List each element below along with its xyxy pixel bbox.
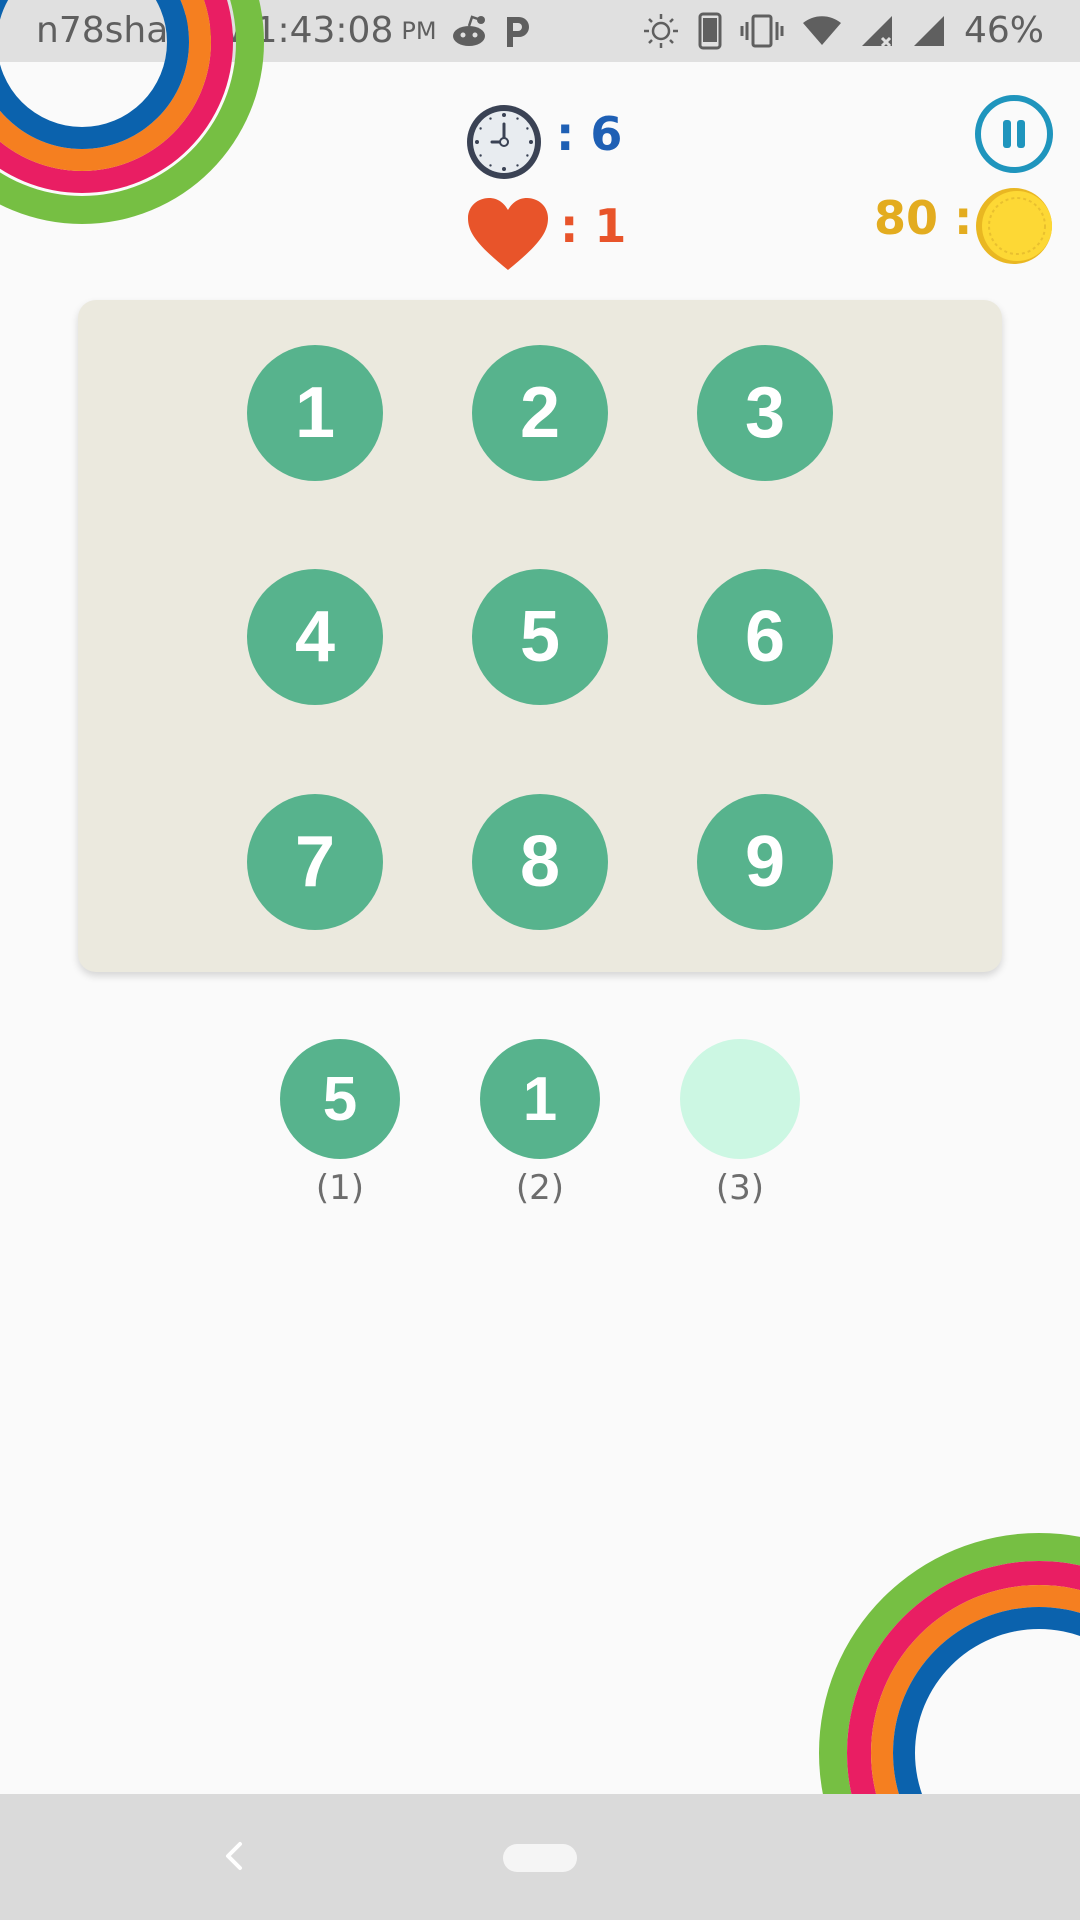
number-button-4[interactable]: 4 xyxy=(247,569,383,705)
lives-value: : 1 xyxy=(560,199,627,253)
answer-slot-label-1: (1) xyxy=(315,1168,365,1208)
status-ampm: PM xyxy=(401,17,437,45)
number-button-2[interactable]: 2 xyxy=(472,345,608,481)
pause-button[interactable] xyxy=(975,95,1053,173)
answer-slot-2[interactable]: 1 xyxy=(480,1039,600,1159)
number-button-5[interactable]: 5 xyxy=(472,569,608,705)
back-icon[interactable] xyxy=(218,1834,248,1878)
number-button-8[interactable]: 8 xyxy=(472,794,608,930)
pushbullet-icon xyxy=(501,0,531,62)
vibrate-icon xyxy=(740,0,784,62)
pause-icon xyxy=(1003,120,1011,148)
status-time: 1:43:08 xyxy=(254,10,394,51)
timer-value: : 6 xyxy=(556,107,623,161)
battery-percent: 46% xyxy=(963,10,1044,51)
phone-icon xyxy=(698,0,722,62)
signal-icon xyxy=(912,0,946,62)
heart-icon xyxy=(466,196,550,272)
brightness-icon xyxy=(642,0,680,62)
number-button-9[interactable]: 9 xyxy=(697,794,833,930)
answer-slot-label-2: (2) xyxy=(515,1168,565,1208)
coins-value: 80 : xyxy=(874,191,973,245)
number-button-7[interactable]: 7 xyxy=(247,794,383,930)
answer-slot-1[interactable]: 5 xyxy=(280,1039,400,1159)
home-pill-icon[interactable] xyxy=(503,1844,577,1872)
status-right: 46% xyxy=(642,0,1044,62)
number-board: 1 2 3 4 5 6 7 8 9 xyxy=(78,300,1002,972)
answer-slot-3[interactable] xyxy=(680,1039,800,1159)
signal-no-data-icon xyxy=(860,0,894,62)
clock-icon xyxy=(464,102,544,182)
answer-slot-label-3: (3) xyxy=(715,1168,765,1208)
coin-icon xyxy=(974,186,1054,266)
wifi-icon xyxy=(802,0,842,62)
number-button-6[interactable]: 6 xyxy=(697,569,833,705)
reddit-icon xyxy=(449,0,489,62)
number-button-1[interactable]: 1 xyxy=(247,345,383,481)
number-button-3[interactable]: 3 xyxy=(697,345,833,481)
game-screen: n78shadow 1:43:08 PM 46%: 6: 1 80: 1 … xyxy=(0,0,1080,1920)
